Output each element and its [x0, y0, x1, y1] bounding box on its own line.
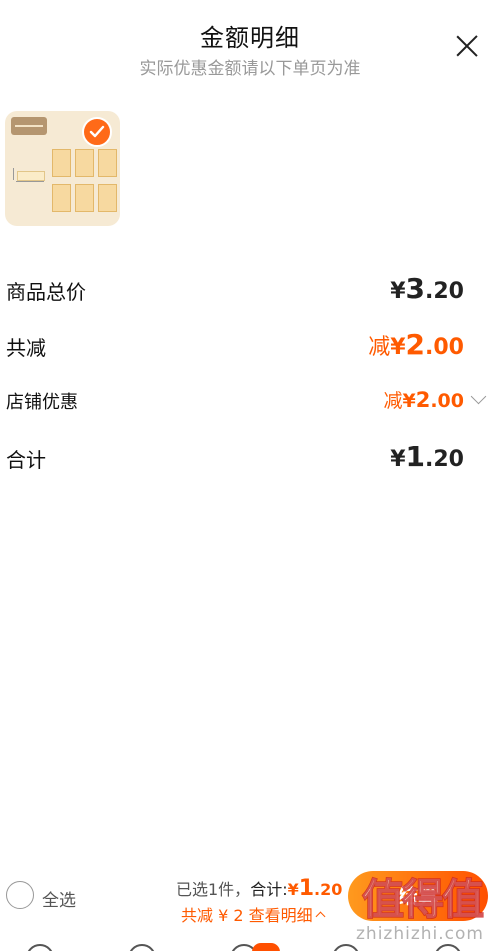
product-pack	[98, 184, 117, 212]
product-mini-illustration	[17, 171, 45, 181]
dimension-line	[13, 168, 14, 180]
total-label: 合计:	[250, 880, 288, 899]
discover-icon[interactable]	[128, 944, 156, 951]
row-value: 减¥2.00	[368, 328, 464, 361]
modal-title: 金额明细	[200, 24, 300, 52]
profile-icon[interactable]	[434, 944, 462, 951]
tab-bar	[0, 938, 500, 951]
product-pack	[75, 149, 94, 177]
cart-summary: 已选1件，合计:¥1.20	[176, 876, 342, 901]
modal-header: 金额明细 实际优惠金额请以下单页为准	[0, 0, 500, 90]
check-circle-icon[interactable]	[82, 117, 112, 147]
cart-icon[interactable]	[332, 944, 360, 951]
row-value: ¥3.20	[390, 272, 464, 305]
row-label: 店铺优惠	[6, 392, 78, 413]
watermark: 值得值 zhizhizhi.com	[356, 858, 496, 948]
home-icon[interactable]	[26, 944, 54, 951]
row-label: 共减	[6, 336, 46, 360]
product-pack	[98, 149, 117, 177]
selected-count: 已选1件，	[176, 880, 251, 899]
select-all-label[interactable]: 全选	[42, 886, 76, 911]
row-total-discount: 共减 减¥2.00	[0, 328, 500, 364]
watermark-logo: 值得值	[361, 874, 485, 925]
notification-badge	[252, 943, 280, 951]
row-value: 减¥2.00	[383, 388, 464, 412]
row-label: 商品总价	[6, 280, 86, 304]
chevron-up-icon	[315, 911, 326, 922]
row-total-price: 商品总价 ¥3.20	[0, 272, 500, 308]
row-label: 合计	[6, 448, 46, 472]
dimension-line	[16, 181, 44, 182]
total-amount: ¥1.20	[287, 876, 343, 901]
product-pack	[52, 184, 71, 212]
product-pack	[52, 149, 71, 177]
discount-detail-link[interactable]: 共减 ¥ 2 查看明细	[181, 902, 326, 926]
row-value: ¥1.20	[390, 440, 464, 473]
product-tag	[11, 117, 47, 135]
row-shop-discount[interactable]: 店铺优惠 减¥2.00	[0, 386, 500, 416]
close-icon[interactable]	[453, 32, 481, 60]
select-all-radio[interactable]	[6, 881, 34, 909]
chevron-down-icon[interactable]	[470, 388, 487, 405]
product-pack	[75, 184, 94, 212]
row-sum: 合计 ¥1.20	[0, 440, 500, 476]
modal-subtitle: 实际优惠金额请以下单页为准	[139, 59, 361, 79]
